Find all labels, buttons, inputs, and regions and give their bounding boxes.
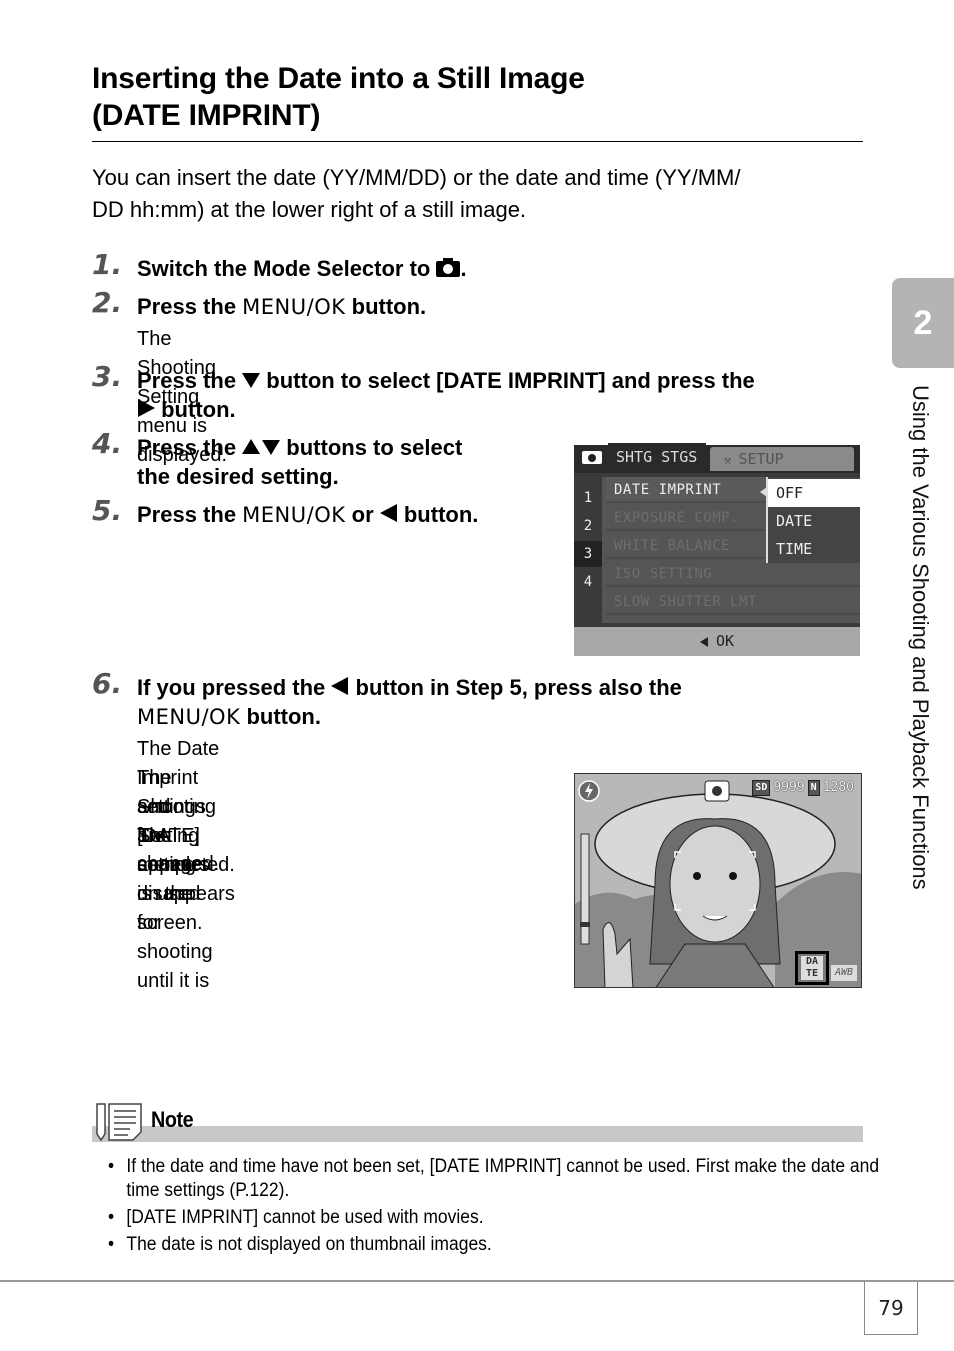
step-text: Switch the Mode Selector to . (137, 256, 467, 281)
menu-ok-label: MENU/OK (242, 295, 346, 319)
page-number: 4 (583, 574, 593, 590)
ok-label: OK (715, 632, 735, 650)
note-item: If the date and time have not been set, … (108, 1155, 881, 1203)
menu-ok-label: MENU/OK (137, 705, 241, 729)
menu-item-iso-setting: ISO SETTING (606, 561, 860, 587)
step-number: 6. (92, 667, 123, 700)
shooting-menu-screenshot: SHTG STGS ⚒ SETUP 1 2 3 4 DATE IMPRINT E… (574, 441, 860, 656)
step-text-line2: MENU/OK button. (137, 704, 321, 729)
note-label: Note (151, 1107, 194, 1132)
left-arrow-icon (379, 504, 397, 522)
option-time: TIME (776, 540, 813, 558)
option-date: DATE (776, 512, 813, 530)
sd-card-icon: SD (752, 780, 771, 796)
note-header-bar (92, 1126, 863, 1142)
step-text-line2: the desired setting. (137, 464, 339, 489)
left-arrow-icon (699, 637, 708, 647)
note-item: The date is not displayed on thumbnail i… (108, 1233, 881, 1257)
page-title-line1: Inserting the Date into a Still Image (92, 62, 585, 95)
resolution: 1280 (822, 780, 854, 795)
step-text: If you pressed the button in Step 5, pre… (137, 675, 682, 700)
title-divider (92, 141, 863, 142)
tab-setup: ⚒ SETUP (710, 447, 854, 471)
step-subtext: The setting is used for shooting until i… (137, 825, 213, 992)
step-text: Press the MENU/OK button. (137, 294, 427, 319)
menu-item-slow-shutter: SLOW SHUTTER LMT (606, 589, 860, 615)
camera-icon (436, 258, 461, 277)
flash-off-icon (578, 780, 600, 802)
camera-icon (582, 451, 602, 464)
step-text: Press the buttons to select (137, 435, 463, 460)
step-text-line2: button. (137, 395, 236, 424)
note-list: If the date and time have not been set, … (108, 1155, 879, 1260)
page-title: Inserting the Date into a Still Image (D… (92, 60, 863, 134)
option-off: OFF (768, 479, 860, 507)
page-number-active: 3 (574, 541, 602, 567)
shots-remaining: 9999 (773, 780, 805, 795)
quality-badge: N (807, 780, 820, 796)
step-number: 3. (92, 360, 123, 393)
date-imprint-badge: DA TE (795, 951, 829, 985)
step-subtext: changed. (137, 853, 220, 875)
step-text: Press the button to select [DATE IMPRINT… (137, 368, 755, 393)
live-view-screenshot: SD 9999 N 1280 DA TE AWB (574, 773, 862, 988)
intro-paragraph: You can insert the date (YY/MM/DD) or th… (92, 162, 862, 226)
note-item: [DATE IMPRINT] cannot be used with movie… (108, 1206, 881, 1230)
menu-ok-label: MENU/OK (242, 503, 346, 527)
intro-line2: DD hh:mm) at the lower right of a still … (92, 197, 527, 222)
menu-page-indicator: 1 2 3 4 (574, 473, 602, 623)
chapter-tab: 2 (892, 278, 954, 368)
page-number: 2 (583, 518, 593, 534)
status-readout: SD 9999 N 1280 (752, 780, 857, 796)
right-arrow-icon (138, 399, 155, 417)
date-imprint-options: OFF DATE TIME (766, 477, 860, 563)
step-text: Press the MENU/OK or button. (137, 502, 479, 527)
chapter-title: Using the Various Shooting and Playback … (908, 385, 933, 890)
tab-shooting-settings: SHTG STGS (608, 443, 706, 471)
wrench-icon: ⚒ (724, 453, 739, 467)
down-arrow-icon (242, 373, 261, 388)
page-number: 79 (864, 1282, 918, 1335)
up-down-arrow-icon (242, 439, 281, 455)
zoom-bar (580, 833, 590, 945)
intro-line1: You can insert the date (YY/MM/DD) or th… (92, 165, 741, 190)
step-number: 5. (92, 494, 123, 527)
step-number: 2. (92, 286, 123, 319)
mode-camera-icon (704, 780, 730, 802)
white-balance-icon: AWB (831, 965, 857, 981)
left-arrow-icon (331, 677, 349, 695)
footer-divider (0, 1280, 954, 1282)
menu-bottom-bar: OK (574, 627, 860, 656)
step-number: 1. (92, 248, 123, 281)
step-number: 4. (92, 427, 123, 460)
page-number: 1 (583, 490, 593, 506)
note-icon (96, 1103, 142, 1142)
page-title-line2: (DATE IMPRINT) (92, 99, 321, 132)
